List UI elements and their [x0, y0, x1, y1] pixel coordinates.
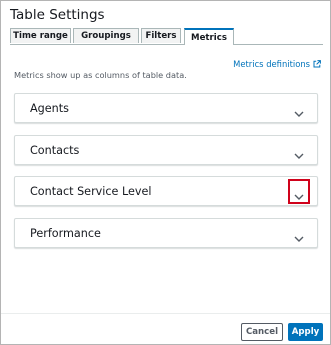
tab-groupings[interactable]: Groupings — [73, 28, 139, 43]
metrics-definitions-label: Metrics definitions — [233, 59, 310, 69]
section-contacts-label: Contacts — [30, 144, 80, 157]
table-settings-dialog: Table Settings Time range Groupings Filt… — [0, 0, 331, 345]
metrics-description: Metrics show up as columns of table data… — [14, 70, 187, 80]
tab-metrics[interactable]: Metrics — [184, 28, 234, 45]
footer-divider — [1, 313, 330, 314]
section-agents-label: Agents — [30, 102, 69, 115]
section-contact-service-level-label: Contact Service Level — [30, 185, 152, 198]
section-contacts[interactable]: Contacts — [14, 135, 318, 165]
tab-time-range[interactable]: Time range — [10, 28, 71, 43]
tab-filters[interactable]: Filters — [141, 28, 181, 43]
apply-button[interactable]: Apply — [288, 323, 323, 341]
metrics-definitions-link[interactable]: Metrics definitions — [233, 59, 321, 69]
chevron-down-icon[interactable] — [293, 146, 305, 159]
chevron-down-icon[interactable] — [293, 229, 305, 242]
section-performance-label: Performance — [30, 227, 101, 240]
dialog-title: Table Settings — [10, 7, 105, 23]
chevron-down-icon[interactable] — [293, 187, 305, 200]
section-performance[interactable]: Performance — [14, 218, 318, 248]
section-contact-service-level[interactable]: Contact Service Level — [14, 176, 318, 206]
tab-bar: Time range Groupings Filters Metrics — [10, 28, 323, 45]
section-agents[interactable]: Agents — [14, 93, 318, 123]
chevron-down-icon[interactable] — [293, 104, 305, 117]
external-link-icon — [313, 60, 321, 68]
cancel-button[interactable]: Cancel — [241, 323, 283, 341]
